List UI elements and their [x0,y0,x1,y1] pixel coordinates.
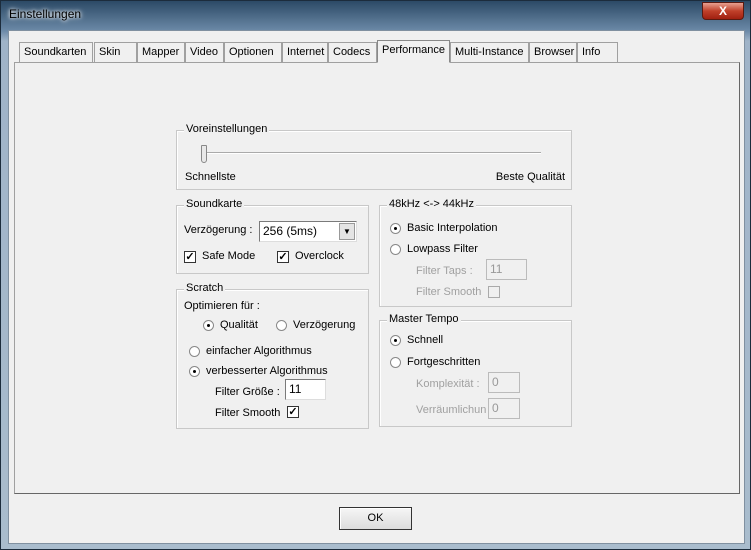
advanced-label: Fortgeschritten [407,356,481,368]
presets-legend: Voreinstellungen [184,123,270,135]
presets-max-label: Beste Qualität [495,171,565,183]
improved-algorithm-label: verbesserter Algorithmus [206,365,328,377]
resample-legend: 48kHz <-> 44kHz [387,198,476,210]
filter-taps-input[interactable]: 11 [486,259,527,280]
complexity-input[interactable]: 0 [488,372,520,393]
fast-label: Schnell [407,334,444,346]
latency-radio[interactable] [276,320,287,331]
lowpass-filter-label: Lowpass Filter [407,243,478,255]
soundcard-legend: Soundkarte [184,198,245,210]
filter-taps-label: Filter Taps : [416,265,473,277]
tab-performance[interactable]: Performance [377,40,450,63]
tab-multi-instance[interactable]: Multi-Instance [450,42,529,62]
presets-group: Voreinstellungen Schnellste Beste Qualit… [176,123,572,190]
latency-radio-label: Verzögerung [293,319,356,331]
fast-radio[interactable] [390,335,401,346]
tab-optionen[interactable]: Optionen [224,42,282,62]
filter-size-label: Filter Größe : [215,386,280,398]
master-tempo-group: Master Tempo Schnell Fortgeschritten Kom… [379,313,572,427]
chevron-down-icon[interactable]: ▼ [339,223,355,240]
tab-info[interactable]: Info [577,42,618,62]
presets-slider-thumb[interactable] [201,145,207,163]
simple-algorithm-label: einfacher Algorithmus [206,345,312,357]
tab-codecs[interactable]: Codecs [328,42,377,62]
safe-mode-checkbox[interactable]: ✓ [184,251,196,263]
dialog-client: Soundkarten Skin Mapper Video Optionen I… [8,30,745,544]
master-tempo-legend: Master Tempo [387,313,461,325]
spatial-input[interactable]: 0 [488,398,520,419]
quality-radio[interactable] [203,320,214,331]
presets-slider-track[interactable] [204,152,541,154]
simple-algorithm-radio[interactable] [189,346,200,357]
soundcard-group: Soundkarte Verzögerung : 256 (5ms) ▼ ✓ S… [176,198,369,274]
quality-label: Qualität [220,319,258,331]
presets-min-label: Schnellste [185,171,236,183]
tab-video[interactable]: Video [185,42,224,62]
basic-interpolation-radio[interactable] [390,223,401,234]
basic-interpolation-label: Basic Interpolation [407,222,498,234]
overclock-checkbox[interactable]: ✓ [277,251,289,263]
overclock-label: Overclock [295,250,344,262]
latency-label: Verzögerung : [184,224,253,236]
tab-skin[interactable]: Skin [94,42,137,62]
filter-smooth-checkbox[interactable]: ✓ [287,406,299,418]
resample-group: 48kHz <-> 44kHz Basic Interpolation Lowp… [379,198,572,307]
spatial-label: Verräumlichung [416,404,486,416]
resample-smooth-checkbox[interactable] [488,286,500,298]
complexity-label: Komplexität : [416,378,480,390]
settings-window: Einstellungen X Soundkarten Skin Mapper … [0,0,751,550]
latency-value: 256 (5ms) [263,224,318,238]
resample-smooth-label: Filter Smooth [416,286,482,298]
scratch-legend: Scratch [184,282,226,294]
tab-soundkarten[interactable]: Soundkarten [19,42,93,62]
optimize-label: Optimieren für : [184,300,260,312]
advanced-radio[interactable] [390,357,401,368]
tab-mapper[interactable]: Mapper [137,42,185,62]
ok-button[interactable]: OK [339,507,412,530]
scratch-group: Scratch Optimieren für : Qualität Verzög… [176,282,369,429]
filter-size-input[interactable]: 11 [285,379,326,400]
latency-dropdown[interactable]: 256 (5ms) ▼ [259,221,357,242]
tab-browser[interactable]: Browser [529,42,577,62]
window-title: Einstellungen [9,7,82,21]
tab-internet[interactable]: Internet [282,42,328,62]
performance-panel: Voreinstellungen Schnellste Beste Qualit… [14,62,740,494]
improved-algorithm-radio[interactable] [189,366,200,377]
lowpass-filter-radio[interactable] [390,244,401,255]
filter-smooth-label: Filter Smooth [215,407,281,419]
safe-mode-label: Safe Mode [202,250,256,262]
close-button[interactable]: X [702,2,744,20]
